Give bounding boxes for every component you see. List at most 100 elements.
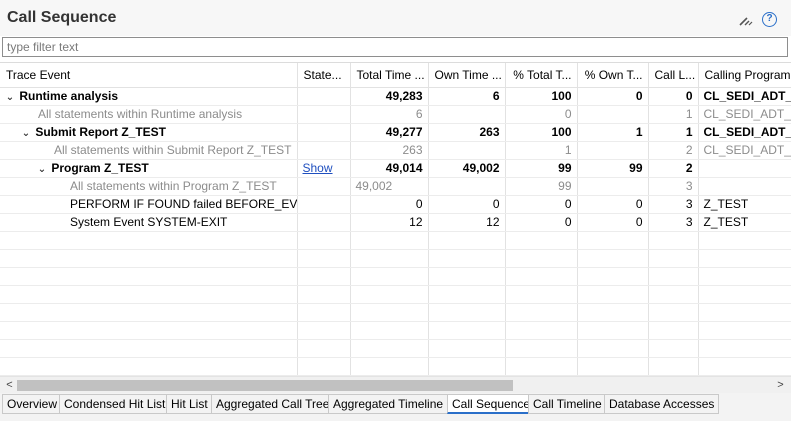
- table-row[interactable]: ⌄ Submit Report Z_TEST 49,277 263 100 1 …: [0, 123, 791, 142]
- call-level-cell: 1: [648, 123, 699, 142]
- pct-total-cell: 100: [505, 123, 578, 142]
- call-level-cell: 0: [648, 87, 699, 106]
- own-time-cell: [428, 105, 506, 124]
- pct-own-cell: 0: [577, 195, 649, 214]
- column-header-total-time[interactable]: Total Time ...: [350, 63, 429, 88]
- pct-total-cell: 1: [505, 141, 578, 160]
- wand-icon[interactable]: [738, 12, 754, 28]
- table-row[interactable]: PERFORM IF FOUND failed BEFORE_EVENT 0 0…: [0, 195, 791, 214]
- scrollbar-thumb[interactable]: [17, 380, 513, 391]
- pct-own-cell: [577, 105, 649, 124]
- call-level-cell: 3: [648, 213, 699, 232]
- total-time-cell: 6: [350, 105, 429, 124]
- tab-aggregated-timeline[interactable]: Aggregated Timeline: [328, 394, 449, 414]
- column-header-calling-program[interactable]: Calling Program: [698, 63, 791, 88]
- calling-program-cell: CL_SEDI_ADT_PI: [698, 123, 791, 142]
- own-time-cell: [428, 177, 506, 196]
- tab-call-timeline[interactable]: Call Timeline: [528, 394, 607, 414]
- pct-own-cell: 0: [577, 87, 649, 106]
- tab-hit-list[interactable]: Hit List: [166, 394, 213, 414]
- tab-aggregated-call-tree[interactable]: Aggregated Call Tree: [211, 394, 335, 414]
- state-cell: [297, 177, 351, 196]
- calling-program-cell: [698, 177, 791, 196]
- state-cell: [297, 123, 351, 142]
- empty-row: [0, 231, 791, 250]
- tab-call-sequence[interactable]: Call Sequence: [447, 394, 536, 414]
- calling-program-cell: [698, 159, 791, 178]
- empty-row: [0, 357, 791, 376]
- pct-own-cell: 99: [577, 159, 649, 178]
- pct-total-cell: 99: [505, 159, 578, 178]
- table-row[interactable]: ⌄ Runtime analysis 49,283 6 100 0 0 CL_S…: [0, 87, 791, 106]
- table-row[interactable]: All statements within Program Z_TEST 49,…: [0, 177, 791, 196]
- empty-row: [0, 321, 791, 340]
- state-cell: [297, 105, 351, 124]
- column-header-trace-event[interactable]: Trace Event: [0, 63, 298, 88]
- column-header-own-time[interactable]: Own Time ...: [428, 63, 506, 88]
- total-time-cell: 49,002: [350, 177, 429, 196]
- calling-program-cell: CL_SEDI_ADT_PI: [698, 87, 791, 106]
- trace-event-label: All statements within Runtime analysis: [38, 107, 243, 121]
- help-icon[interactable]: ?: [762, 12, 778, 28]
- total-time-cell: 0: [350, 195, 429, 214]
- trace-event-label: All statements within Submit Report Z_TE…: [54, 143, 292, 157]
- column-header-pct-total[interactable]: % Total T...: [505, 63, 578, 88]
- scroll-left-icon[interactable]: <: [2, 378, 17, 393]
- pct-total-cell: 0: [505, 105, 578, 124]
- state-cell: [297, 141, 351, 160]
- trace-event-label: Runtime analysis: [19, 89, 119, 103]
- call-level-cell: 3: [648, 177, 699, 196]
- pct-own-cell: [577, 177, 649, 196]
- trace-event-label: All statements within Program Z_TEST: [70, 179, 277, 193]
- pct-total-cell: 0: [505, 213, 578, 232]
- empty-row: [0, 267, 791, 286]
- horizontal-scrollbar[interactable]: < >: [0, 376, 791, 393]
- show-statements-link[interactable]: Show: [303, 161, 333, 175]
- total-time-cell: 49,277: [350, 123, 429, 142]
- calling-program-cell: CL_SEDI_ADT_PR: [698, 141, 791, 160]
- total-time-cell: 49,014: [350, 159, 429, 178]
- table-header-row: Trace Event State... Total Time ... Own …: [0, 63, 791, 88]
- call-sequence-table: Trace Event State... Total Time ... Own …: [0, 62, 791, 376]
- own-time-cell: 6: [428, 87, 506, 106]
- own-time-cell: [428, 141, 506, 160]
- pct-total-cell: 0: [505, 195, 578, 214]
- chevron-down-icon[interactable]: ⌄: [36, 164, 48, 175]
- state-cell: [297, 195, 351, 214]
- own-time-cell: 49,002: [428, 159, 506, 178]
- total-time-cell: 263: [350, 141, 429, 160]
- trace-event-label: Submit Report Z_TEST: [35, 125, 167, 139]
- tab-condensed-hit-list[interactable]: Condensed Hit List: [59, 394, 171, 414]
- call-level-cell: 1: [648, 105, 699, 124]
- column-header-call-level[interactable]: Call L...: [648, 63, 699, 88]
- tab-overview[interactable]: Overview: [2, 394, 63, 414]
- column-header-state[interactable]: State...: [297, 63, 351, 88]
- pct-own-cell: 0: [577, 213, 649, 232]
- calling-program-cell: Z_TEST: [698, 195, 791, 214]
- view-tab-bar: Overview Condensed Hit List Hit List Agg…: [0, 393, 791, 421]
- table-row[interactable]: ⌄ Program Z_TEST Show 49,014 49,002 99 9…: [0, 159, 791, 178]
- view-header: Call Sequence ?: [0, 0, 791, 36]
- chevron-down-icon[interactable]: ⌄: [4, 92, 16, 103]
- table-row[interactable]: All statements within Runtime analysis 6…: [0, 105, 791, 124]
- state-cell: [297, 213, 351, 232]
- calling-program-cell: Z_TEST: [698, 213, 791, 232]
- chevron-down-icon[interactable]: ⌄: [20, 128, 32, 139]
- filter-input[interactable]: [2, 37, 788, 57]
- own-time-cell: 12: [428, 213, 506, 232]
- call-level-cell: 2: [648, 141, 699, 160]
- table-row[interactable]: All statements within Submit Report Z_TE…: [0, 141, 791, 160]
- own-time-cell: 263: [428, 123, 506, 142]
- empty-row: [0, 285, 791, 304]
- calling-program-cell: CL_SEDI_ADT_PR: [698, 105, 791, 124]
- trace-event-label: System Event SYSTEM-EXIT: [70, 215, 228, 229]
- pct-own-cell: 1: [577, 123, 649, 142]
- state-cell: [297, 87, 351, 106]
- total-time-cell: 49,283: [350, 87, 429, 106]
- column-header-pct-own[interactable]: % Own T...: [577, 63, 649, 88]
- trace-event-label: PERFORM IF FOUND failed BEFORE_EVENT: [70, 197, 297, 211]
- tab-database-accesses[interactable]: Database Accesses: [604, 394, 720, 414]
- empty-row: [0, 339, 791, 358]
- table-row[interactable]: System Event SYSTEM-EXIT 12 12 0 0 3 Z_T…: [0, 213, 791, 232]
- scroll-right-icon[interactable]: >: [773, 378, 788, 393]
